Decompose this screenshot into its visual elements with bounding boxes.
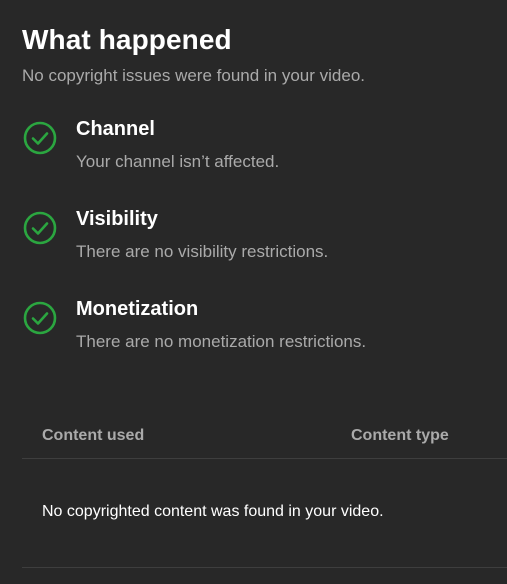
- page-title: What happened: [22, 24, 232, 55]
- status-title: Channel: [76, 118, 155, 140]
- check-circle-icon: [22, 210, 58, 246]
- column-header-content-used: Content used: [42, 427, 145, 444]
- page-subtitle: No copyright issues were found in your v…: [22, 66, 366, 85]
- status-title: Monetization: [76, 298, 199, 320]
- status-item-visibility: Visibility There are no visibility restr…: [22, 208, 492, 268]
- content-table-header: Content used Content type: [22, 418, 507, 459]
- status-item-monetization: Monetization There are no monetization r…: [22, 298, 492, 358]
- check-circle-icon: [22, 300, 58, 336]
- check-circle-icon: [22, 120, 58, 156]
- status-title: Visibility: [76, 208, 158, 230]
- status-description: Your channel isn’t affected.: [76, 152, 280, 171]
- copyright-status-panel: What happened No copyright issues were f…: [0, 0, 507, 584]
- status-description: There are no monetization restrictions.: [76, 332, 367, 351]
- empty-state-message: No copyrighted content was found in your…: [42, 503, 384, 520]
- column-header-content-type: Content type: [351, 427, 449, 444]
- status-item-channel: Channel Your channel isn’t affected.: [22, 118, 492, 178]
- content-table-empty-state: No copyrighted content was found in your…: [22, 459, 507, 568]
- status-description: There are no visibility restrictions.: [76, 242, 329, 261]
